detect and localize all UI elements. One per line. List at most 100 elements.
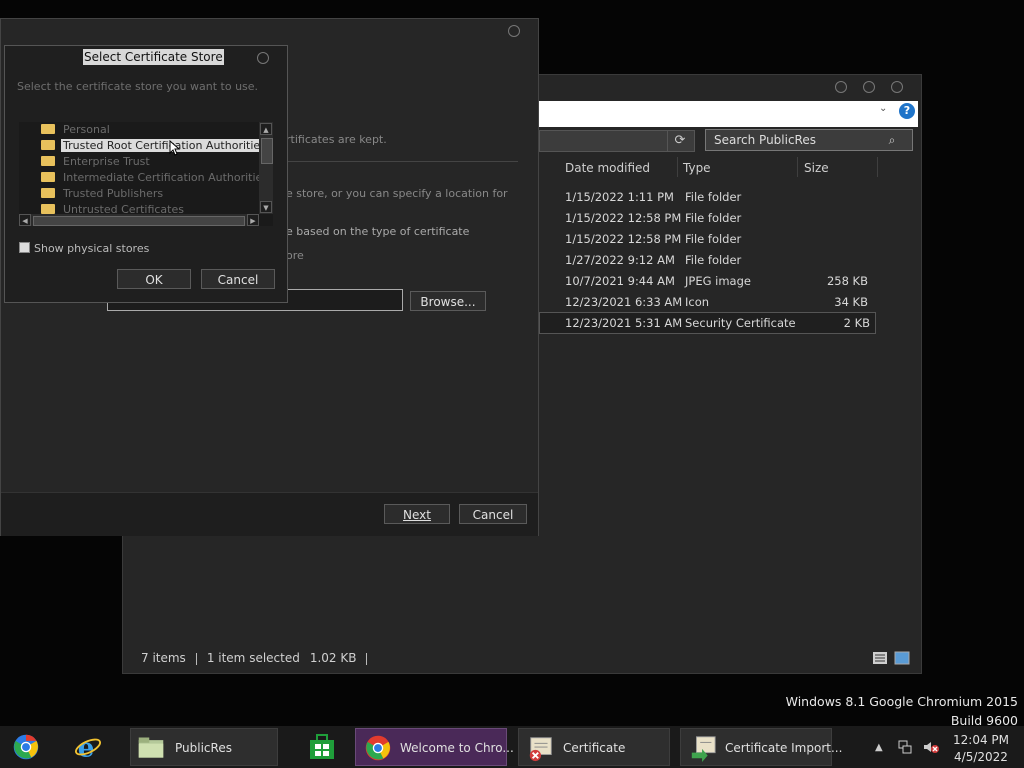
row-size: 258 KB <box>826 274 868 288</box>
scroll-thumb[interactable] <box>33 216 245 226</box>
certificate-import-icon <box>691 736 716 762</box>
taskbar-item-certificate[interactable]: Certificate <box>518 728 670 766</box>
tree-item-label: Trusted Publishers <box>63 187 164 200</box>
table-row[interactable]: 10/7/2021 9:44 AM JPEG image 258 KB <box>539 271 874 291</box>
chromium-start-icon <box>13 734 39 760</box>
scroll-left-icon[interactable]: ◀ <box>19 214 31 226</box>
row-type: File folder <box>685 211 742 225</box>
wizard-footer: Next Cancel <box>1 492 538 536</box>
select-certificate-store-dialog[interactable]: Select Certificate Store Select the cert… <box>4 45 288 303</box>
folder-icon <box>41 124 55 134</box>
watermark-line: Windows 8.1 Google Chromium 2015 <box>785 694 1018 709</box>
dialog-title: Select Certificate Store <box>83 49 224 65</box>
network-icon[interactable] <box>898 740 912 754</box>
tree-item-personal[interactable]: Personal <box>41 122 112 138</box>
minimize-button[interactable] <box>835 81 847 93</box>
wizard-text: e store, or you can specify a location f… <box>286 187 508 200</box>
search-icon[interactable]: ⌕ <box>883 131 901 149</box>
table-row[interactable]: 1/27/2022 9:12 AM File folder <box>539 250 874 270</box>
wizard-option-auto: e based on the type of certificate <box>286 225 470 238</box>
system-tray: ▲ <box>875 740 940 754</box>
item-count: 7 items <box>141 651 186 665</box>
help-icon[interactable]: ? <box>899 103 915 119</box>
row-date: 12/23/2021 6:33 AM <box>565 295 683 309</box>
checkbox[interactable] <box>19 242 30 253</box>
tree-item-label: Personal <box>63 123 110 136</box>
internet-explorer-icon: e <box>74 733 102 761</box>
next-button[interactable]: Next <box>384 504 450 524</box>
column-size[interactable]: Size <box>804 161 829 175</box>
folder-icon <box>41 204 55 214</box>
cancel-button[interactable]: Cancel <box>201 269 275 289</box>
chevron-down-icon[interactable]: ⌄ <box>879 103 887 114</box>
tree-item-trusted-publishers[interactable]: Trusted Publishers <box>41 186 165 202</box>
status-divider <box>366 652 368 665</box>
column-type[interactable]: Type <box>683 161 711 175</box>
tree-item-enterprise-trust[interactable]: Enterprise Trust <box>41 154 152 170</box>
ribbon-area <box>539 101 918 127</box>
os-watermark: Windows 8.1 Google Chromium 2015 Build 9… <box>786 692 1018 730</box>
taskbar-item-certificate-import[interactable]: Certificate Import... <box>680 728 842 766</box>
taskbar-item-label: Certificate <box>563 741 626 755</box>
selection-count: 1 item selected <box>206 651 300 665</box>
row-date: 1/15/2022 12:58 PM <box>565 211 682 225</box>
refresh-icon[interactable]: ⟳ <box>667 131 692 151</box>
row-date: 10/7/2021 9:44 AM <box>565 274 675 288</box>
row-type: File folder <box>685 253 742 267</box>
folder-icon <box>138 737 164 758</box>
svg-text:e: e <box>78 733 95 761</box>
horizontal-scrollbar[interactable]: ◀ ▶ <box>19 214 259 226</box>
table-row[interactable]: 12/23/2021 6:33 AM Icon 34 KB <box>539 292 874 312</box>
row-date: 1/15/2022 1:11 PM <box>565 190 674 204</box>
column-date-modified[interactable]: Date modified <box>565 161 650 175</box>
column-divider <box>677 157 678 177</box>
volume-muted-icon[interactable] <box>923 740 940 754</box>
tray-overflow-icon[interactable]: ▲ <box>875 742 883 753</box>
taskbar-item-publicres[interactable]: PublicRes <box>130 728 278 766</box>
table-row-selected[interactable]: 12/23/2021 5:31 AM Security Certificate … <box>539 312 876 334</box>
scroll-down-icon[interactable]: ▼ <box>260 201 272 213</box>
dialog-instructions: Select the certificate store you want to… <box>17 80 259 93</box>
row-date: 1/27/2022 9:12 AM <box>565 253 675 267</box>
taskbar-store[interactable] <box>300 728 340 766</box>
browse-button[interactable]: Browse... <box>410 291 486 311</box>
close-button[interactable] <box>891 81 903 93</box>
wizard-text: rtificates are kept. <box>286 133 387 146</box>
details-view-icon[interactable] <box>873 651 913 665</box>
table-row[interactable]: 1/15/2022 12:58 PM File folder <box>539 208 874 228</box>
taskbar-item-label: Welcome to Chro... <box>400 741 514 755</box>
tree-item-intermediate[interactable]: Intermediate Certification Authorities <box>41 170 270 186</box>
show-physical-stores-checkbox[interactable]: Show physical stores <box>19 242 149 255</box>
taskbar-item-label: Certificate Import... <box>725 741 843 755</box>
tree-item-label: Trusted Root Certification Authorities <box>61 139 268 152</box>
scroll-thumb[interactable] <box>261 138 273 164</box>
store-tree[interactable]: Personal Trusted Root Certification Auth… <box>19 122 273 226</box>
search-input[interactable]: Search PublicRes <box>705 129 913 151</box>
close-button[interactable] <box>508 25 520 37</box>
table-row[interactable]: 1/15/2022 1:11 PM File folder <box>539 187 874 207</box>
store-icon <box>310 734 334 759</box>
tree-item-trusted-root[interactable]: Trusted Root Certification Authorities <box>41 138 268 154</box>
clock-time: 12:04 PM <box>953 733 1009 747</box>
row-size: 2 KB <box>843 316 870 330</box>
row-date: 12/23/2021 5:31 AM <box>565 316 683 330</box>
column-divider <box>877 157 878 177</box>
start-button[interactable] <box>4 728 52 766</box>
maximize-button[interactable] <box>863 81 875 93</box>
ok-button[interactable]: OK <box>117 269 191 289</box>
clock[interactable]: 12:04 PM 4/5/2022 <box>950 732 1012 766</box>
row-type: JPEG image <box>685 274 751 288</box>
view-toggle[interactable] <box>873 651 913 668</box>
taskbar-item-chromium[interactable]: Welcome to Chro... <box>355 728 514 766</box>
vertical-scrollbar[interactable]: ▲ ▼ <box>259 122 273 214</box>
folder-icon <box>41 140 55 150</box>
tree-item-label: Intermediate Certification Authorities <box>63 171 269 184</box>
close-button[interactable] <box>257 52 269 64</box>
taskbar-ie[interactable]: e <box>66 728 114 766</box>
row-type: Security Certificate <box>685 316 796 330</box>
scroll-up-icon[interactable]: ▲ <box>260 123 272 135</box>
certificate-icon <box>529 737 552 762</box>
cancel-button[interactable]: Cancel <box>459 504 527 524</box>
scroll-right-icon[interactable]: ▶ <box>247 214 259 226</box>
table-row[interactable]: 1/15/2022 12:58 PM File folder <box>539 229 874 249</box>
